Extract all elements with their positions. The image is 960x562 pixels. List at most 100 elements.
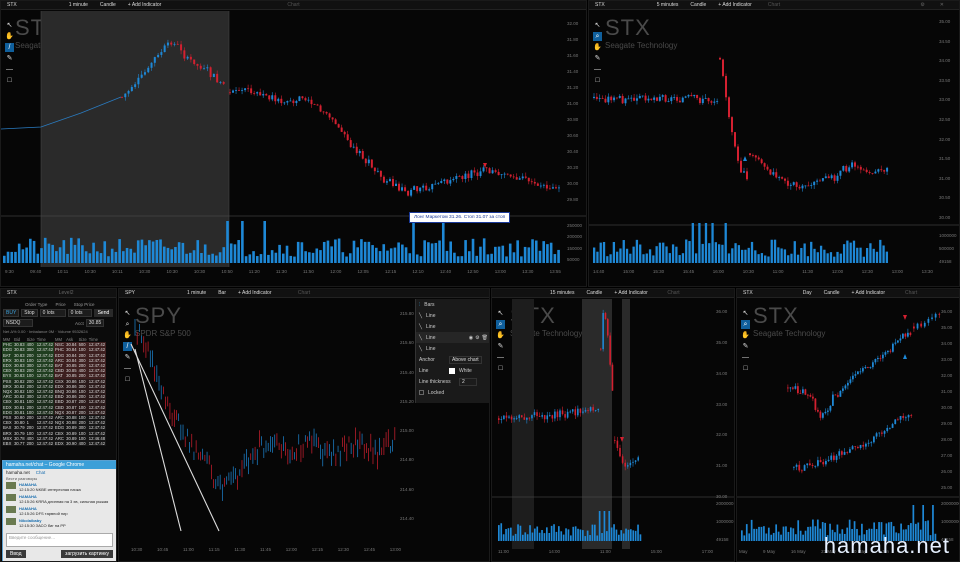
price-chart[interactable] — [737, 289, 960, 562]
candle — [817, 460, 819, 466]
candle — [832, 394, 834, 406]
candle — [526, 417, 528, 420]
candle — [710, 101, 713, 103]
volume-bar — [371, 245, 374, 263]
side-select[interactable]: BUY — [3, 309, 20, 317]
volume-bar — [685, 239, 688, 263]
candle — [772, 172, 775, 175]
thickness-input[interactable]: 2 — [459, 377, 477, 386]
qty-input[interactable]: 0 lots — [67, 309, 92, 317]
candle — [584, 410, 587, 412]
candle — [571, 409, 574, 412]
locked-checkbox[interactable] — [419, 390, 424, 395]
level2-table: MM Bid Size Time MM Ask Size Time PHC 30.83 400 12… — [2, 337, 107, 447]
volume-bar — [570, 535, 572, 541]
volume-bar — [796, 254, 800, 263]
volume-bar — [819, 528, 822, 541]
candle — [841, 451, 843, 455]
candle — [892, 343, 894, 352]
axis-tick-label: 30.50 — [939, 195, 951, 201]
settings-icon[interactable]: ⚙ — [475, 335, 479, 341]
chat-message-input[interactable]: Введите сообщение... — [6, 533, 113, 547]
candle — [280, 98, 283, 104]
candle — [594, 410, 597, 411]
visible-eye-icon[interactable]: ◉ — [469, 335, 473, 341]
axis-tick-label: 12:15 — [384, 269, 397, 274]
volume-bar — [270, 250, 274, 263]
volume-bar — [375, 247, 378, 263]
stop-price-label: Stop Price — [73, 302, 95, 307]
volume-bar — [155, 239, 159, 263]
upload-image-button[interactable]: загрузить картинку — [61, 550, 113, 558]
candle — [559, 410, 561, 418]
price-chart[interactable] — [492, 289, 735, 562]
volume-bar — [494, 246, 497, 263]
chart-panel-spy-1min: SPY 1 minute Bar + Add Indicator Chart S… — [118, 288, 490, 562]
drawing-item-selected[interactable]: ╲ Line ◉ ⚙ 🗑 — [416, 332, 489, 343]
candle — [595, 96, 598, 99]
axis-tick-label: 13:00 — [389, 547, 401, 552]
candle — [819, 411, 822, 418]
price-chart[interactable] — [589, 1, 960, 287]
price-chart[interactable] — [1, 1, 587, 287]
chat-text: 12:15:20 NKBE интересная пачка — [19, 487, 81, 492]
candle — [467, 173, 470, 179]
route-select[interactable]: NSDQ — [3, 319, 33, 327]
candle — [839, 170, 842, 176]
candle — [609, 335, 611, 365]
volume-bar — [671, 244, 675, 263]
line-color-value[interactable]: White — [459, 368, 472, 374]
anchor-select[interactable]: Above chart — [449, 355, 482, 364]
candle — [781, 177, 784, 179]
drawing-item[interactable]: ╲ Line — [416, 343, 489, 354]
send-button[interactable]: Send — [93, 309, 114, 317]
delete-icon[interactable]: 🗑 — [482, 335, 488, 341]
chat-send-button[interactable]: Ввод — [6, 550, 26, 558]
candle — [416, 186, 419, 192]
volume-bar — [555, 531, 558, 541]
volume-bar — [658, 242, 662, 263]
candle — [907, 332, 909, 337]
candle — [731, 117, 733, 133]
color-swatch[interactable] — [449, 367, 455, 374]
level2-tab[interactable]: Level2 — [53, 290, 80, 296]
time-axis: 9:30 09:40 10:11 10:30 10:11 10:30 10:30 10:30 1… — [5, 269, 561, 274]
candle — [268, 95, 271, 100]
axis-tick-label: 34.00 — [939, 58, 951, 64]
candle — [846, 452, 849, 453]
candle — [848, 167, 851, 172]
axis-tick-label: 36.00 — [716, 309, 728, 314]
volume-bar — [836, 251, 839, 263]
limit-price-input[interactable]: 30.85 — [85, 319, 105, 327]
price-input[interactable]: 0 lots — [39, 309, 66, 317]
candle — [250, 88, 253, 94]
order-symbol[interactable]: STX — [1, 290, 23, 296]
locked-label: Locked — [428, 389, 445, 396]
volume-bar — [833, 256, 836, 263]
candle — [121, 96, 123, 98]
volume-bar — [609, 254, 612, 263]
axis-tick-label: 214.40 — [400, 516, 414, 521]
volume-bar — [645, 253, 648, 263]
candle — [632, 461, 634, 463]
volume-bar — [401, 244, 404, 263]
volume-bar — [790, 253, 793, 263]
order-type-select[interactable]: Stop — [21, 309, 38, 317]
volume-bar — [14, 251, 17, 263]
candle — [757, 157, 760, 160]
candle — [825, 460, 827, 465]
candle — [658, 96, 661, 101]
level2-cell: 400 — [77, 441, 88, 447]
chat-tab[interactable]: Chat — [36, 470, 46, 475]
candle — [869, 367, 872, 368]
level2-cell: 12:47:42 — [87, 347, 107, 353]
candle — [500, 174, 503, 176]
price-chart[interactable] — [119, 289, 415, 562]
drawing-item[interactable]: ╲ Line — [416, 321, 489, 332]
level2-row[interactable]: EBX 30.77 200 12:47:42 EDX 30.90 400 12:47:42 — [2, 441, 107, 447]
drawing-item[interactable]: ╲ Line — [416, 310, 489, 321]
axis-tick-label: 31.00 — [939, 175, 951, 181]
candle — [873, 436, 875, 443]
volume-bar — [591, 524, 594, 541]
volume-bar — [263, 221, 267, 263]
